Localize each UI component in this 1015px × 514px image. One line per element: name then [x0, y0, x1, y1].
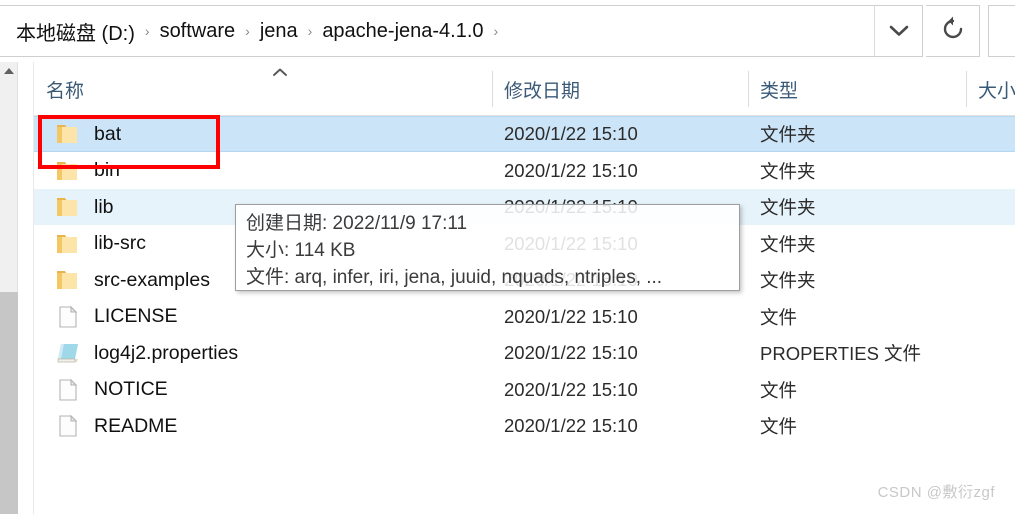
file-list-row[interactable]: bin 2020/1/22 15:10 文件夹: [34, 153, 1015, 189]
file-list-row[interactable]: NOTICE 2020/1/22 15:10 文件: [34, 372, 1015, 408]
file-date-cell: 2020/1/22 15:10: [504, 378, 638, 400]
file-date-cell: 2020/1/22 15:10: [504, 415, 638, 436]
breadcrumb: 本地磁盘 (D:) › software › jena › apache-jen…: [0, 15, 505, 48]
column-header-row: 名称 修改日期 类型 大小: [34, 62, 1015, 116]
file-type-cell: 文件夹: [760, 124, 816, 145]
file-date-cell: 2020/1/22 15:10: [504, 159, 638, 181]
breadcrumb-separator-1[interactable]: ›: [238, 23, 257, 39]
breadcrumb-item-2[interactable]: jena: [257, 18, 301, 45]
file-name-label: lib-src: [94, 232, 146, 254]
file-list-row[interactable]: LICENSE 2020/1/22 15:10 文件: [34, 299, 1015, 335]
breadcrumb-address-field[interactable]: 本地磁盘 (D:) › software › jena › apache-jen…: [0, 5, 923, 57]
file-name-cell[interactable]: bat: [34, 116, 492, 152]
file-list-row[interactable]: README 2020/1/22 15:10 文件: [34, 408, 1015, 444]
breadcrumb-separator-2[interactable]: ›: [301, 23, 320, 39]
file-type-cell: 文件: [760, 379, 798, 401]
file-type-cell: 文件夹: [760, 197, 816, 218]
refresh-icon: [940, 16, 966, 47]
file-type-cell: 文件: [760, 306, 798, 328]
file-date-cell: 2020/1/22 15:10: [504, 342, 638, 363]
file-type-cell: 文件夹: [760, 270, 816, 291]
folder-icon: [48, 122, 88, 146]
column-header-name-label: 名称: [46, 80, 85, 102]
file-type-cell: PROPERTIES 文件: [760, 343, 922, 364]
breadcrumb-item-0[interactable]: 本地磁盘 (D:): [13, 15, 138, 48]
folder-icon: [48, 232, 88, 256]
file-explorer-window: 本地磁盘 (D:) › software › jena › apache-jen…: [0, 0, 1015, 514]
file-name-cell[interactable]: NOTICE: [34, 372, 492, 408]
file-name-label: bat: [94, 122, 122, 145]
breadcrumb-item-3[interactable]: apache-jena-4.1.0: [319, 18, 486, 45]
column-header-date-modified[interactable]: 修改日期: [492, 62, 748, 116]
file-list: bat 2020/1/22 15:10 文件夹 bin 2020/1/22 15:10 文…: [34, 116, 1015, 476]
file-date-cell: 2020/1/22 15:10: [504, 305, 638, 327]
folder-icon: [48, 268, 88, 292]
column-header-size-label: 大小: [978, 80, 1015, 102]
column-header-date-label: 修改日期: [504, 80, 581, 102]
file-list-row[interactable]: bat 2020/1/22 15:10 文件夹: [34, 116, 1015, 152]
file-name-label: LICENSE: [94, 305, 178, 327]
breadcrumb-separator-3[interactable]: ›: [487, 23, 506, 39]
file-type-cell: 文件: [760, 416, 798, 437]
file-icon: [48, 378, 88, 402]
file-type-cell: 文件夹: [760, 233, 816, 255]
file-name-label: log4j2.properties: [94, 341, 239, 364]
column-header-type-label: 类型: [760, 80, 799, 102]
address-bar: 本地磁盘 (D:) › software › jena › apache-jen…: [0, 5, 1015, 57]
tooltip-line-files: 文件: arq, infer, iri, jena, juuid, nquads…: [246, 267, 663, 288]
file-name-label: NOTICE: [94, 378, 168, 400]
chevron-down-icon: [888, 24, 910, 38]
scrollbar-thumb[interactable]: [0, 292, 18, 514]
refresh-button[interactable]: [926, 5, 980, 57]
file-name-cell[interactable]: bin: [34, 153, 492, 189]
file-name-cell[interactable]: LICENSE: [34, 299, 492, 335]
search-input[interactable]: [988, 5, 1015, 57]
column-header-name[interactable]: 名称: [34, 62, 492, 116]
file-name-label: src-examples: [94, 268, 210, 291]
file-name-label: lib: [94, 195, 114, 218]
file-icon: [48, 305, 88, 329]
file-name-label: README: [94, 414, 178, 437]
file-name-label: bin: [94, 159, 121, 181]
file-name-cell[interactable]: log4j2.properties: [34, 335, 492, 371]
file-icon: [48, 414, 88, 438]
column-header-size[interactable]: 大小: [966, 62, 1015, 116]
pane-divider: [19, 62, 34, 514]
file-type-cell: 文件夹: [760, 160, 816, 182]
file-name-cell[interactable]: README: [34, 408, 492, 444]
notepad-icon: [48, 341, 88, 365]
watermark: CSDN @敷衍zgf: [877, 484, 995, 501]
tooltip-line-created: 创建日期: 2022/11/9 17:11: [246, 213, 468, 234]
column-header-type[interactable]: 类型: [748, 62, 966, 116]
file-info-tooltip: 创建日期: 2022/11/9 17:11 大小: 114 KB 文件: arq…: [235, 204, 740, 291]
file-date-cell: 2020/1/22 15:10: [504, 123, 638, 144]
breadcrumb-item-1[interactable]: software: [157, 18, 239, 45]
sort-ascending-icon: [259, 66, 289, 79]
folder-icon: [48, 195, 88, 219]
address-history-dropdown-button[interactable]: [874, 6, 922, 56]
file-list-row[interactable]: log4j2.properties 2020/1/22 15:10 PROPERTI…: [34, 335, 1015, 371]
navigation-pane-scrollbar[interactable]: [0, 62, 18, 514]
breadcrumb-separator-0[interactable]: ›: [138, 23, 157, 39]
scroll-up-arrow-icon[interactable]: [4, 68, 14, 74]
folder-icon: [48, 159, 88, 183]
tooltip-line-size: 大小: 114 KB: [246, 240, 356, 261]
